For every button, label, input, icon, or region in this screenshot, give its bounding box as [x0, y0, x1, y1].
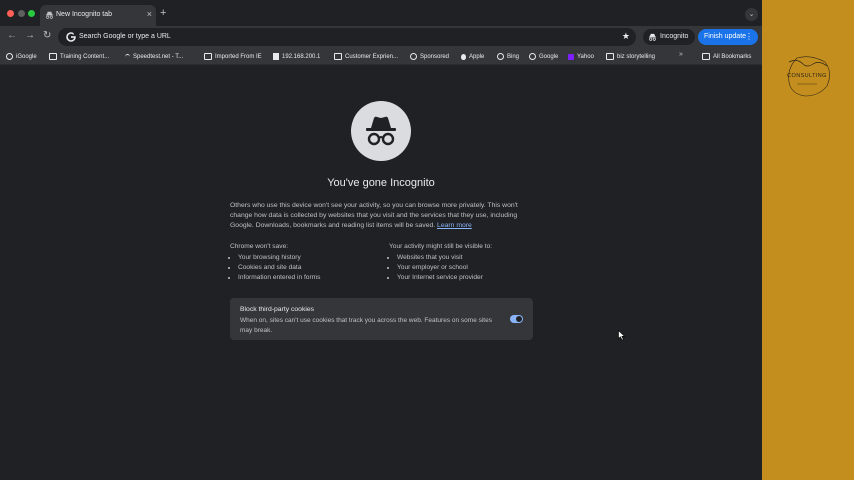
logo-text: CONSULTING	[787, 73, 827, 79]
bookmark-label: Customer Exprien...	[345, 53, 399, 60]
tab-search-button[interactable]: ⌄	[745, 8, 758, 21]
block-cookies-toggle[interactable]	[510, 315, 523, 323]
incognito-label: Incognito	[660, 33, 689, 40]
bookmark-router-ip[interactable]: 192.168.200.1	[273, 52, 320, 61]
brand-side-panel: CONSULTING	[762, 0, 854, 480]
incognito-icon	[648, 33, 657, 41]
address-bar[interactable]: Search Google or type a URL ★	[58, 28, 636, 46]
bookmark-imported-from-ie[interactable]: Imported From IE	[204, 52, 262, 61]
bookmark-star-icon[interactable]: ★	[622, 31, 630, 42]
folder-icon	[49, 53, 57, 60]
bookmark-google[interactable]: Google	[529, 52, 558, 61]
bookmark-training-content[interactable]: Training Content...	[49, 52, 109, 61]
finish-update-label: Finish update	[704, 33, 747, 40]
bookmark-speedtest[interactable]: Speedtest.net - T...	[125, 52, 183, 61]
bookmark-sponsored[interactable]: Sponsored	[410, 52, 449, 61]
page-icon	[273, 53, 279, 60]
wont-save-section: Chrome won't save: Your browsing history…	[230, 243, 320, 283]
bookmark-label: 192.168.200.1	[282, 53, 321, 60]
bookmark-bing[interactable]: Bing	[497, 52, 519, 61]
toolbar: ← → ↻ Search Google or type a URL ★ Inco…	[0, 26, 762, 48]
close-tab-icon[interactable]: ×	[147, 9, 152, 19]
bookmark-label: Apple	[469, 53, 485, 60]
cookies-card-description: When on, sites can't use cookies that tr…	[240, 317, 492, 334]
minimize-window-button[interactable]	[18, 10, 25, 17]
speedtest-icon	[125, 53, 130, 60]
new-tab-button[interactable]: +	[160, 7, 166, 19]
learn-more-link[interactable]: Learn more	[437, 222, 472, 229]
yahoo-icon	[568, 53, 574, 60]
close-window-button[interactable]	[7, 10, 14, 17]
google-icon	[529, 53, 536, 60]
menu-dots-icon: ⋮	[745, 32, 753, 41]
bookmark-label: Google	[539, 53, 559, 60]
cookies-card-title: Block third-party cookies	[240, 306, 315, 313]
browser-window: New Incognito tab × + ⌄ ← → ↻ Search Goo…	[0, 0, 762, 480]
more-bookmarks-button[interactable]: »	[679, 51, 683, 58]
incognito-profile-button[interactable]: Incognito	[643, 29, 695, 45]
forward-button[interactable]: →	[25, 30, 35, 42]
google-icon	[66, 32, 77, 42]
globe-icon	[497, 53, 504, 60]
incognito-description: Others who use this device won't see you…	[230, 201, 534, 231]
visible-to-section: Your activity might still be visible to:…	[389, 243, 492, 283]
address-bar-text: Search Google or type a URL	[79, 33, 171, 40]
bookmark-label: Imported From IE	[215, 53, 262, 60]
new-tab-page: You've gone Incognito Others who use thi…	[0, 65, 762, 480]
tab-strip: New Incognito tab × + ⌄	[0, 0, 762, 26]
all-bookmarks-label: All Bookmarks	[713, 53, 752, 60]
incognito-icon	[45, 11, 54, 19]
folder-icon	[606, 53, 614, 60]
bookmark-yahoo[interactable]: Yahoo	[568, 52, 594, 61]
bookmark-label: Speedtest.net - T...	[133, 53, 184, 60]
wont-save-title: Chrome won't save:	[230, 243, 289, 250]
bookmarks-bar: iGoogle Training Content... Speedtest.ne…	[0, 48, 762, 65]
all-bookmarks-button[interactable]: All Bookmarks	[702, 52, 751, 61]
list-item: Information entered in forms	[238, 273, 320, 283]
back-button[interactable]: ←	[7, 30, 17, 42]
tab-new-incognito[interactable]: New Incognito tab ×	[40, 5, 156, 26]
bookmark-label: Yahoo	[577, 53, 594, 60]
third-party-cookies-card: Block third-party cookies When on, sites…	[230, 298, 533, 340]
bookmark-label: Bing	[507, 53, 520, 60]
google-icon	[6, 53, 13, 60]
list-item: Your Internet service provider	[397, 273, 492, 283]
apple-icon	[461, 53, 466, 60]
bookmark-label: biz storytelling	[617, 53, 656, 60]
page-heading: You've gone Incognito	[327, 177, 435, 189]
bookmark-label: Sponsored	[420, 53, 450, 60]
bookmark-label: Training Content...	[60, 53, 110, 60]
toggle-knob	[516, 316, 522, 322]
tab-title: New Incognito tab	[56, 11, 113, 18]
bookmark-biz-storytelling[interactable]: biz storytelling	[606, 52, 655, 61]
list-item: Your browsing history	[238, 253, 320, 263]
bookmark-customer-exprien[interactable]: Customer Exprien...	[334, 52, 398, 61]
brand-logo: CONSULTING	[787, 56, 830, 97]
incognito-hero-icon	[351, 101, 411, 161]
folder-icon	[702, 53, 710, 60]
folder-icon	[334, 53, 342, 60]
list-item: Your employer or school	[397, 263, 492, 273]
folder-icon	[204, 53, 212, 60]
description-text: Others who use this device won't see you…	[230, 202, 518, 229]
mouse-pointer-icon	[618, 330, 626, 341]
bookmark-apple[interactable]: Apple	[461, 52, 484, 61]
reload-button[interactable]: ↻	[43, 30, 51, 42]
incognito-icon	[366, 116, 396, 146]
list-item: Websites that you visit	[397, 253, 492, 263]
visible-to-title: Your activity might still be visible to:	[389, 243, 493, 250]
bookmark-igoogle[interactable]: iGoogle	[6, 52, 37, 61]
bookmark-label: iGoogle	[16, 53, 37, 60]
globe-icon	[410, 53, 417, 60]
maximize-window-button[interactable]	[28, 10, 35, 17]
list-item: Cookies and site data	[238, 263, 320, 273]
finish-update-button[interactable]: Finish update ⋮	[698, 29, 758, 45]
